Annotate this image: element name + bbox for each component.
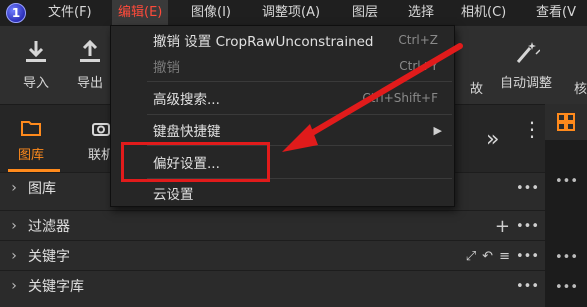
menu-file[interactable]: 文件(F) bbox=[48, 0, 92, 26]
chevron-right-icon: › bbox=[11, 247, 17, 264]
auto-adjust-label: 自动调整 bbox=[500, 76, 553, 91]
menu-adjustments[interactable]: 调整项(A) bbox=[262, 0, 320, 26]
expand-chevrons-icon[interactable]: » bbox=[486, 127, 499, 152]
panel-filters[interactable]: › 过滤器 + ••• bbox=[0, 210, 545, 240]
menu-item-undo-shortcut: Ctrl+Z bbox=[398, 33, 438, 47]
panel-keyword-library-label: 关键字库 bbox=[28, 278, 84, 295]
menu-item-keyboard-shortcuts-label: 键盘快捷键 bbox=[153, 124, 221, 140]
edge-button[interactable]: 核 bbox=[574, 62, 587, 97]
list-icon[interactable]: ≡ bbox=[499, 249, 510, 264]
menu-separator bbox=[147, 81, 452, 82]
edge-label: 核 bbox=[574, 82, 587, 97]
menu-item-advanced-search-label: 高级搜索... bbox=[153, 92, 220, 108]
magic-wand-icon bbox=[516, 42, 540, 63]
menu-item-redo-label: 撤销 bbox=[153, 60, 180, 76]
more-horizontal-icon[interactable]: ••• bbox=[516, 249, 539, 264]
grid-view-button[interactable] bbox=[545, 104, 587, 140]
annotation-highlight-box bbox=[121, 142, 270, 182]
submenu-arrow-icon: ▶ bbox=[433, 123, 442, 137]
tab-library-label: 图库 bbox=[18, 148, 45, 163]
right-strip-more-1[interactable]: ••• bbox=[555, 174, 578, 189]
import-button[interactable]: 导入 bbox=[22, 38, 50, 91]
more-horizontal-icon[interactable]: ••• bbox=[516, 219, 539, 234]
menu-view[interactable]: 查看(V bbox=[536, 0, 576, 26]
menu-item-cloud-settings-label: 云设置 bbox=[153, 187, 194, 203]
more-horizontal-icon[interactable]: ••• bbox=[516, 181, 539, 196]
export-button[interactable]: 导出 bbox=[76, 38, 104, 91]
menu-item-undo-label: 撤销 设置 CropRawUnconstrained bbox=[153, 34, 374, 50]
folder-icon bbox=[21, 121, 41, 136]
right-strip-more-2[interactable]: ••• bbox=[555, 250, 578, 265]
menu-camera[interactable]: 相机(C) bbox=[461, 0, 506, 26]
panel-filters-label: 过滤器 bbox=[28, 218, 70, 235]
export-icon bbox=[80, 39, 100, 62]
auto-adjust-button[interactable]: 自动调整 bbox=[500, 38, 552, 91]
menu-edit[interactable]: 编辑(E) bbox=[112, 0, 169, 26]
app-logo-text: 1 bbox=[11, 6, 21, 20]
app-logo-icon[interactable]: 1 bbox=[6, 3, 26, 23]
more-vertical-icon[interactable]: ⋮ bbox=[522, 119, 542, 139]
import-icon bbox=[26, 41, 46, 62]
right-strip: ••• ••• ••• bbox=[545, 104, 587, 307]
panel-keywords-label: 关键字 bbox=[28, 248, 70, 265]
plus-icon[interactable]: + bbox=[495, 216, 510, 237]
menu-item-redo: 撤销 Ctrl+Y bbox=[111, 52, 454, 80]
partial-button[interactable]: 故 bbox=[470, 62, 483, 97]
menu-image[interactable]: 图像(I) bbox=[191, 0, 231, 26]
chevron-right-icon: › bbox=[11, 179, 17, 196]
menu-separator bbox=[147, 114, 452, 115]
right-strip-more-3[interactable]: ••• bbox=[555, 280, 578, 295]
undo-icon[interactable]: ↶ bbox=[482, 249, 493, 264]
menu-item-advanced-search[interactable]: 高级搜索... Ctrl+Shift+F bbox=[111, 84, 454, 112]
menu-select[interactable]: 选择 bbox=[408, 0, 434, 26]
import-label: 导入 bbox=[22, 76, 49, 91]
menu-item-cloud-settings[interactable]: 云设置 bbox=[111, 179, 454, 207]
camera-icon bbox=[92, 123, 110, 136]
grid-icon bbox=[557, 113, 575, 131]
menu-item-redo-shortcut: Ctrl+Y bbox=[399, 59, 438, 73]
chevron-right-icon: › bbox=[11, 277, 17, 294]
more-horizontal-icon[interactable]: ••• bbox=[516, 279, 539, 294]
panel-library-label: 图库 bbox=[28, 180, 56, 197]
menu-layers[interactable]: 图层 bbox=[352, 0, 378, 26]
partial-label: 故 bbox=[470, 82, 484, 97]
export-label: 导出 bbox=[76, 76, 103, 91]
panel-keyword-library[interactable]: › 关键字库 ••• bbox=[0, 270, 545, 300]
chevron-right-icon: › bbox=[11, 217, 17, 234]
panel-keywords[interactable]: › 关键字 ⤢ ↶ ≡ ••• bbox=[0, 240, 545, 270]
menu-item-keyboard-shortcuts[interactable]: 键盘快捷键 ▶ bbox=[111, 116, 454, 144]
menu-item-advanced-search-shortcut: Ctrl+Shift+F bbox=[362, 91, 438, 105]
menu-item-undo[interactable]: 撤销 设置 CropRawUnconstrained Ctrl+Z bbox=[111, 26, 454, 54]
menu-bar: 1 文件(F) 编辑(E) 图像(I) 调整项(A) 图层 选择 相机(C) 查… bbox=[0, 0, 587, 26]
expand-icon[interactable]: ⤢ bbox=[466, 249, 476, 264]
tab-library[interactable]: 图库 bbox=[18, 117, 44, 163]
